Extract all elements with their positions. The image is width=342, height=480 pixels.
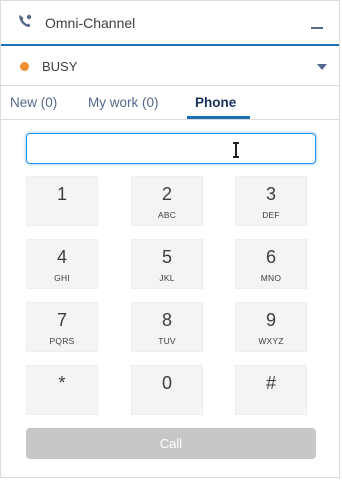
chevron-down-icon bbox=[317, 64, 327, 70]
dial-key-letters: MNO bbox=[260, 273, 282, 283]
call-button[interactable]: Call bbox=[26, 428, 316, 459]
tab-new[interactable]: New (0) bbox=[10, 95, 57, 110]
tab-my-work[interactable]: My work (0) bbox=[88, 95, 159, 110]
minimize-button[interactable] bbox=[307, 11, 327, 33]
dial-key-letters: GHI bbox=[54, 273, 70, 283]
status-label: BUSY bbox=[42, 59, 78, 74]
dial-key-digit: * bbox=[58, 373, 66, 393]
dial-key-letters: DEF bbox=[262, 210, 280, 220]
phone-number-input[interactable] bbox=[26, 133, 316, 164]
presence-status-dropdown[interactable]: BUSY bbox=[1, 46, 339, 86]
dial-key-digit: 0 bbox=[161, 373, 172, 393]
tab-phone[interactable]: Phone bbox=[195, 95, 236, 110]
dial-key-2[interactable]: 2 ABC bbox=[131, 176, 203, 226]
omni-channel-panel: Omni-Channel BUSY New (0) My work (0) Ph… bbox=[0, 0, 340, 478]
dial-key-hash[interactable]: # bbox=[235, 365, 307, 415]
dial-key-letters: ABC bbox=[157, 210, 177, 220]
dial-key-4[interactable]: 4 GHI bbox=[26, 239, 98, 289]
dial-key-8[interactable]: 8 TUV bbox=[131, 302, 203, 352]
panel-header: Omni-Channel bbox=[1, 1, 339, 46]
dial-key-digit: 4 bbox=[56, 247, 67, 267]
dial-key-digit: 8 bbox=[161, 310, 172, 330]
dial-key-9[interactable]: 9 WXYZ bbox=[235, 302, 307, 352]
dial-key-digit: 6 bbox=[265, 247, 276, 267]
dial-key-6[interactable]: 6 MNO bbox=[235, 239, 307, 289]
dial-key-letters: JKL bbox=[159, 273, 175, 283]
dial-key-letters: WXYZ bbox=[258, 336, 284, 346]
dial-key-3[interactable]: 3 DEF bbox=[235, 176, 307, 226]
dial-key-letters: PQRS bbox=[49, 336, 75, 346]
dial-key-digit: 1 bbox=[56, 184, 67, 204]
dial-key-7[interactable]: 7 PQRS bbox=[26, 302, 98, 352]
text-cursor-icon bbox=[233, 142, 239, 158]
dial-key-1[interactable]: 1 bbox=[26, 176, 98, 226]
dial-key-digit: 2 bbox=[161, 184, 172, 204]
status-indicator-dot bbox=[20, 62, 29, 71]
dial-key-0[interactable]: 0 bbox=[131, 365, 203, 415]
active-tab-indicator bbox=[187, 116, 250, 119]
dial-key-digit: 9 bbox=[265, 310, 276, 330]
phone-handset-icon bbox=[19, 14, 32, 27]
work-tabs: New (0) My work (0) Phone bbox=[1, 86, 339, 120]
dial-key-digit: 3 bbox=[265, 184, 276, 204]
dial-key-star[interactable]: * bbox=[26, 365, 98, 415]
dial-key-digit: 5 bbox=[161, 247, 172, 267]
dial-key-digit: # bbox=[265, 373, 276, 393]
panel-title: Omni-Channel bbox=[45, 15, 136, 31]
dial-key-letters: TUV bbox=[158, 336, 176, 346]
dial-key-digit: 7 bbox=[56, 310, 67, 330]
dial-key-5[interactable]: 5 JKL bbox=[131, 239, 203, 289]
